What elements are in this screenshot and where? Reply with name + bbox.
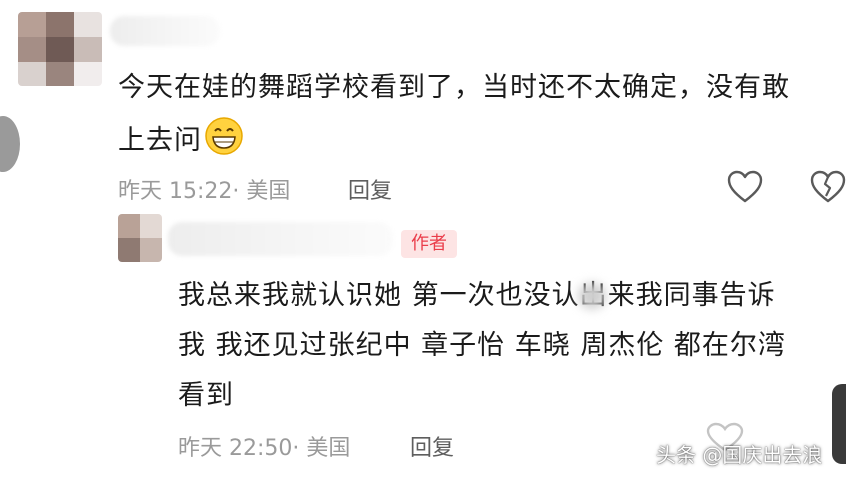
author-avatar[interactable] [118,214,162,262]
comment-time: 昨天 15:22 [118,179,233,204]
reply-meta: 昨天 22:50· 美国 [178,430,350,462]
reply-text-line3: 看到 [178,380,234,411]
reply-text-line2: 我 我还见过张纪中 章子怡 车晓 周杰伦 都在尔湾 [178,330,786,361]
reply-reply-button[interactable]: 回复 [410,430,454,462]
comment-text-line2: 上去问 [118,116,244,163]
author-name[interactable] [168,222,393,256]
comment-text-line2-label: 上去问 [118,125,202,156]
author-badge: 作者 [401,230,457,258]
reply-location: · 美国 [292,436,351,461]
comment-location: · 美国 [232,179,291,204]
commenter-avatar[interactable] [18,12,102,86]
censor-blur [578,283,606,309]
heart-icon[interactable] [727,170,763,204]
reply-time: 昨天 22:50 [178,436,293,461]
partial-right-element [832,384,846,464]
grinning-face-emoji-icon [205,117,243,155]
comment-text-line1: 今天在娃的舞蹈学校看到了，当时还不太确定，没有敢 [118,72,790,103]
commenter-name[interactable] [110,16,220,46]
dislike-heart-icon[interactable] [810,170,846,204]
comment-meta: 昨天 15:22· 美国 [118,173,290,205]
reply-text-line1: 我总来我就认识她 第一次也没认出来我同事告诉 [178,280,776,311]
reply-button[interactable]: 回复 [348,173,392,205]
watermark: 头条 @国庆出去浪 [656,443,823,467]
partial-left-element [0,116,20,172]
